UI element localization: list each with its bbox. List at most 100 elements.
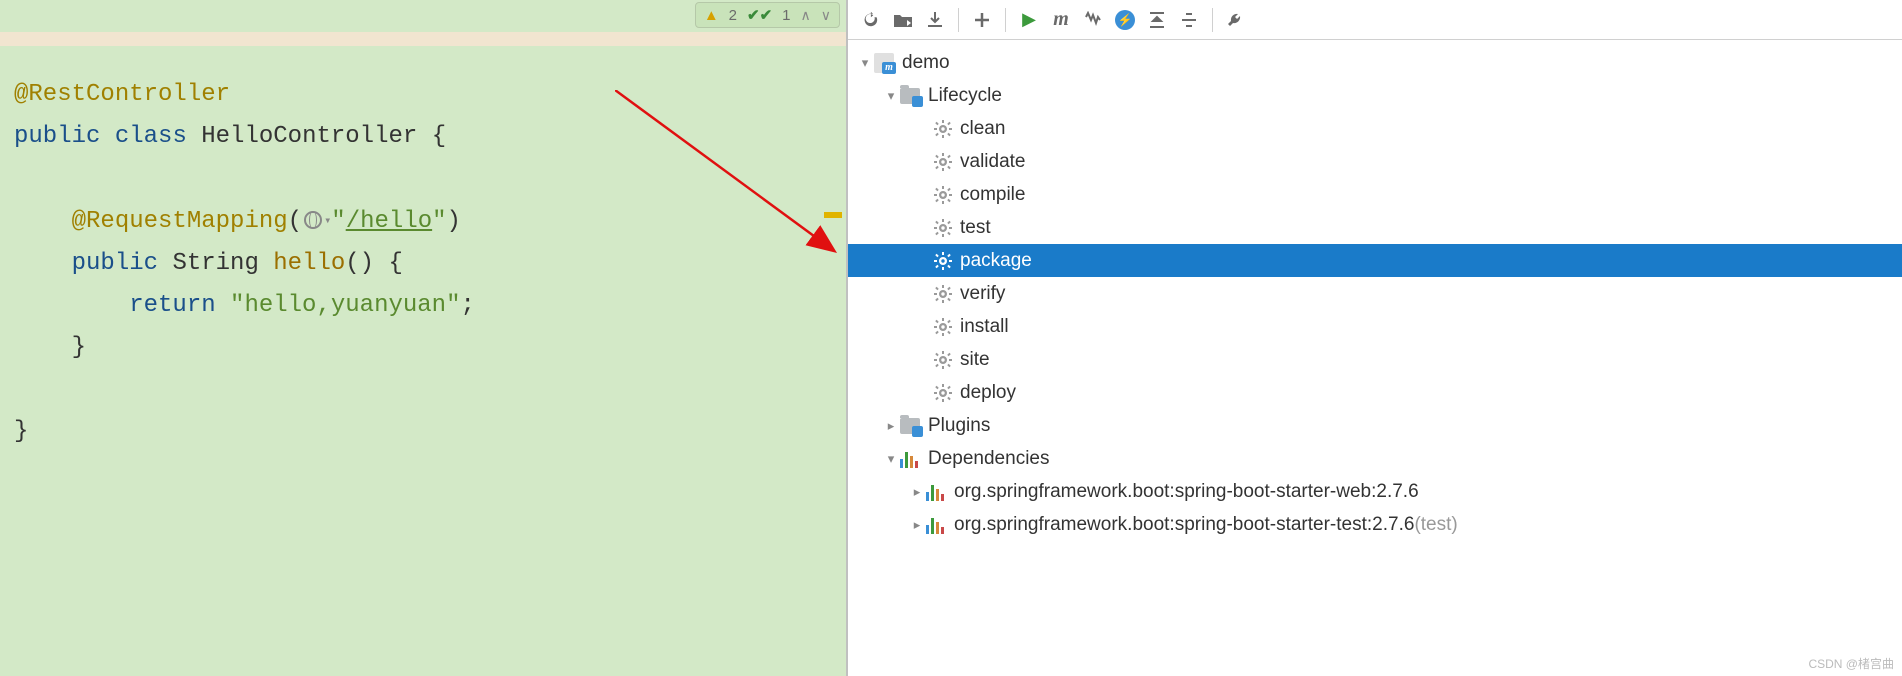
code-block[interactable]: @RestController public class HelloContro… bbox=[14, 74, 475, 453]
maven-panel: ▶ m ⚡ ▾ m demo ▾ Lifecycle bbox=[848, 0, 1902, 676]
gear-icon bbox=[934, 186, 952, 204]
add-project-button[interactable] bbox=[967, 5, 997, 35]
dependencies-icon bbox=[900, 450, 920, 468]
lifecycle-goal-deploy[interactable]: deploy bbox=[848, 376, 1902, 409]
chevron-down-icon[interactable]: ▾ bbox=[856, 55, 874, 71]
folder-icon bbox=[900, 88, 920, 104]
check-count[interactable]: 1 bbox=[782, 7, 790, 24]
brace: } bbox=[72, 334, 86, 361]
gear-icon bbox=[934, 252, 952, 270]
gear-icon bbox=[934, 153, 952, 171]
warning-icon: ▲ bbox=[704, 7, 719, 24]
dependency-label: org.springframework.boot:spring-boot-sta… bbox=[954, 514, 1414, 536]
plugins-label: Plugins bbox=[928, 415, 990, 437]
settings-button[interactable] bbox=[1221, 5, 1251, 35]
brace: { bbox=[417, 123, 446, 150]
string-quote: " bbox=[331, 208, 345, 235]
tree-node-lifecycle[interactable]: ▾ Lifecycle bbox=[848, 79, 1902, 112]
semicolon: ; bbox=[460, 292, 474, 319]
code-editor-pane: ▲ 2 ✔✔ 1 ∧ ∨ @RestController public clas… bbox=[0, 0, 848, 676]
library-icon bbox=[926, 516, 946, 534]
toggle-offline-button[interactable] bbox=[1078, 5, 1108, 35]
lifecycle-goal-site[interactable]: site bbox=[848, 343, 1902, 376]
dependency-item[interactable]: ▸ org.springframework.boot:spring-boot-st… bbox=[848, 475, 1902, 508]
annotation-requestmapping: @RequestMapping bbox=[72, 208, 288, 235]
watermark: CSDN @楮宫曲 bbox=[1808, 655, 1894, 672]
inspection-bar: ▲ 2 ✔✔ 1 ∧ ∨ bbox=[695, 2, 840, 28]
library-icon bbox=[926, 483, 946, 501]
dependencies-label: Dependencies bbox=[928, 448, 1049, 470]
goal-label: verify bbox=[960, 283, 1005, 305]
warning-count[interactable]: 2 bbox=[729, 7, 737, 24]
dependency-scope: (test) bbox=[1414, 514, 1457, 536]
project-label: demo bbox=[902, 52, 950, 74]
keyword-public: public bbox=[72, 250, 158, 277]
chevron-right-icon[interactable]: ▸ bbox=[908, 484, 926, 500]
brace: } bbox=[14, 418, 28, 445]
download-sources-button[interactable] bbox=[920, 5, 950, 35]
generate-sources-button[interactable] bbox=[888, 5, 918, 35]
lifecycle-goal-validate[interactable]: validate bbox=[848, 145, 1902, 178]
run-button[interactable]: ▶ bbox=[1014, 5, 1044, 35]
globe-icon[interactable] bbox=[304, 211, 322, 229]
class-name: HelloController bbox=[201, 123, 417, 150]
lifecycle-goal-verify[interactable]: verify bbox=[848, 277, 1902, 310]
reload-button[interactable] bbox=[856, 5, 886, 35]
annotation-restcontroller: @RestController bbox=[14, 81, 230, 108]
dependency-label: org.springframework.boot:spring-boot-sta… bbox=[954, 481, 1419, 503]
chevron-right-icon[interactable]: ▸ bbox=[908, 517, 926, 533]
edit-change-marker bbox=[824, 212, 842, 218]
string-quote: " bbox=[432, 208, 446, 235]
keyword-public: public bbox=[14, 123, 100, 150]
execute-goal-button[interactable]: m bbox=[1046, 5, 1076, 35]
brace: { bbox=[374, 250, 403, 277]
keyword-return: return bbox=[129, 292, 215, 319]
gear-icon bbox=[934, 285, 952, 303]
maven-project-icon: m bbox=[874, 53, 894, 73]
dependency-item[interactable]: ▸ org.springframework.boot:spring-boot-st… bbox=[848, 508, 1902, 541]
toggle-skip-tests-button[interactable]: ⚡ bbox=[1110, 5, 1140, 35]
lifecycle-goal-install[interactable]: install bbox=[848, 310, 1902, 343]
lightning-icon: ⚡ bbox=[1115, 10, 1135, 30]
lifecycle-goal-compile[interactable]: compile bbox=[848, 178, 1902, 211]
tree-node-dependencies[interactable]: ▾ Dependencies bbox=[848, 442, 1902, 475]
keyword-class: class bbox=[115, 123, 187, 150]
lifecycle-goal-clean[interactable]: clean bbox=[848, 112, 1902, 145]
goal-label: package bbox=[960, 250, 1032, 272]
chevron-down-icon[interactable]: ▾ bbox=[882, 451, 900, 467]
lifecycle-goal-package[interactable]: package bbox=[848, 244, 1902, 277]
goal-label: deploy bbox=[960, 382, 1016, 404]
toolbar-separator bbox=[1005, 8, 1006, 32]
goal-label: compile bbox=[960, 184, 1025, 206]
expand-all-button[interactable] bbox=[1174, 5, 1204, 35]
return-type: String bbox=[172, 250, 258, 277]
chevron-down-icon[interactable]: ▾ bbox=[882, 88, 900, 104]
annotation-arrow bbox=[615, 90, 845, 260]
next-highlight-button[interactable]: ∨ bbox=[821, 7, 831, 24]
maven-tree[interactable]: ▾ m demo ▾ Lifecycle clean validate compil… bbox=[848, 40, 1902, 676]
tree-node-plugins[interactable]: ▸ Plugins bbox=[848, 409, 1902, 442]
collapse-all-button[interactable] bbox=[1142, 5, 1172, 35]
string-literal: "hello,yuanyuan" bbox=[230, 292, 460, 319]
lifecycle-goal-test[interactable]: test bbox=[848, 211, 1902, 244]
gear-icon bbox=[934, 384, 952, 402]
goal-label: clean bbox=[960, 118, 1005, 140]
chevron-right-icon[interactable]: ▸ bbox=[882, 418, 900, 434]
tree-node-project[interactable]: ▾ m demo bbox=[848, 46, 1902, 79]
gear-icon bbox=[934, 351, 952, 369]
gear-icon bbox=[934, 120, 952, 138]
goal-label: test bbox=[960, 217, 991, 239]
url-literal[interactable]: /hello bbox=[346, 208, 432, 235]
method-name: hello bbox=[273, 250, 345, 277]
goal-label: install bbox=[960, 316, 1009, 338]
lifecycle-label: Lifecycle bbox=[928, 85, 1002, 107]
editor-notification-strip bbox=[0, 32, 846, 46]
goal-label: validate bbox=[960, 151, 1026, 173]
check-icon: ✔✔ bbox=[747, 6, 772, 24]
goal-label: site bbox=[960, 349, 990, 371]
paren: () bbox=[345, 250, 374, 277]
prev-highlight-button[interactable]: ∧ bbox=[801, 7, 811, 24]
paren: ) bbox=[447, 208, 461, 235]
toolbar-separator bbox=[1212, 8, 1213, 32]
gear-icon bbox=[934, 219, 952, 237]
